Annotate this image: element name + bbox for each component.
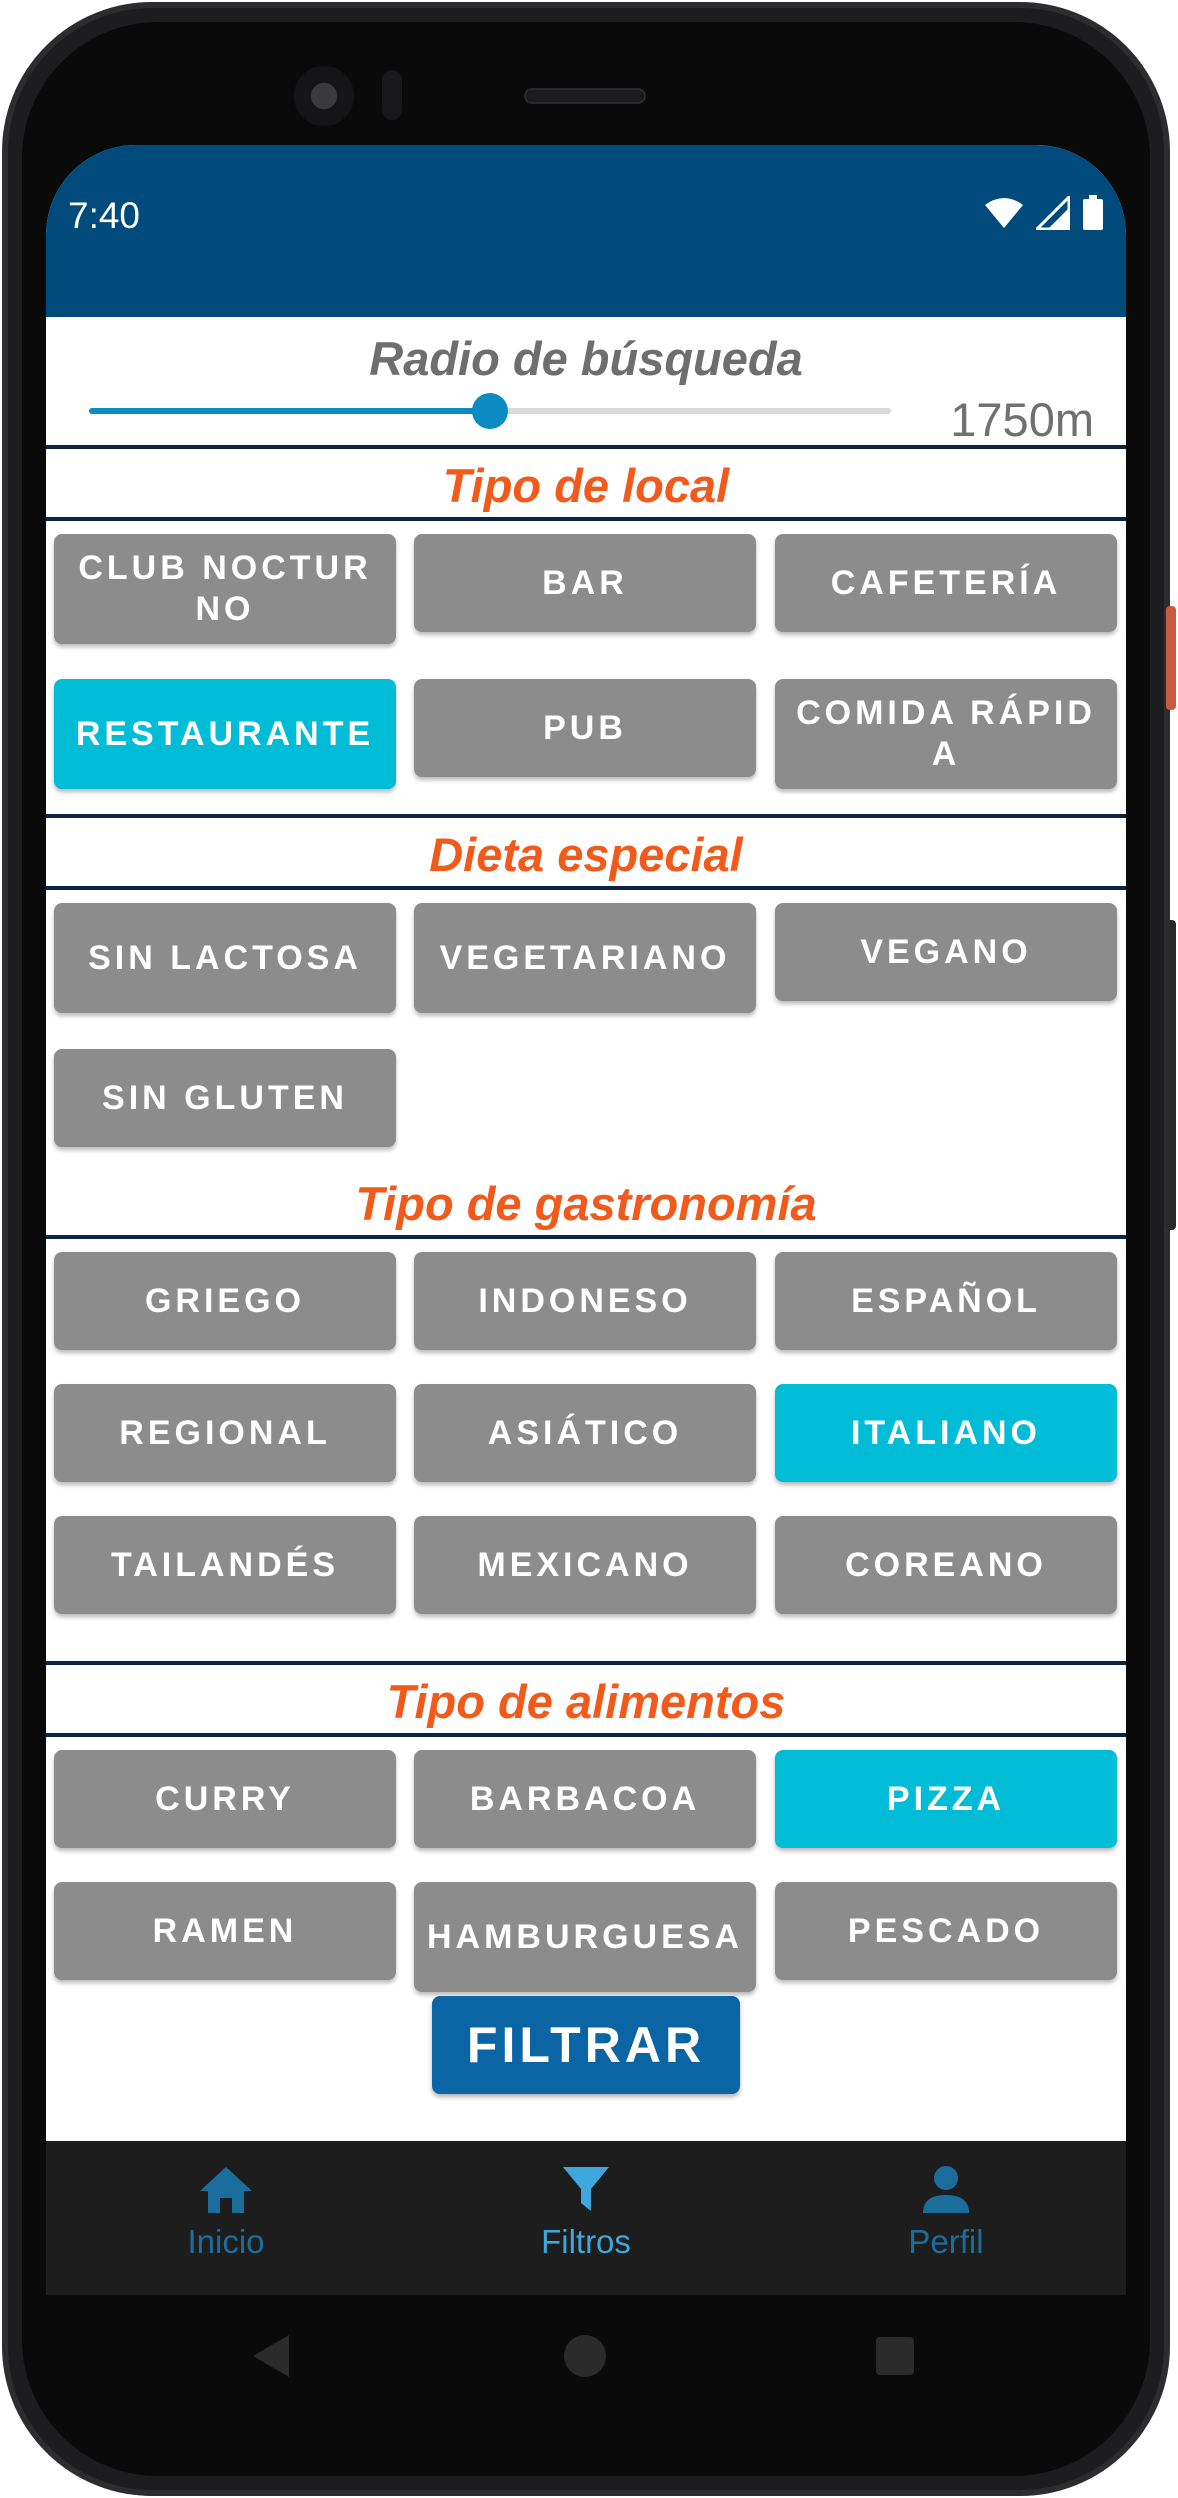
chip-alimentos-5[interactable]: PESCADO xyxy=(775,1882,1117,1980)
section-divider xyxy=(46,517,1126,521)
chip-alimentos-2[interactable]: PIZZA xyxy=(775,1750,1117,1848)
section-title-local: Tipo de local xyxy=(442,459,730,512)
chip-gastronomia-3[interactable]: REGIONAL xyxy=(54,1384,396,1482)
slider-thumb[interactable] xyxy=(472,393,508,429)
volume-button xyxy=(1166,920,1176,1230)
section-title-gastronomia: Tipo de gastronomía xyxy=(355,1177,817,1230)
system-navigation-bar xyxy=(46,2295,1126,2425)
slider-fill xyxy=(89,408,490,414)
chip-gastronomia-5[interactable]: ITALIANO xyxy=(775,1384,1117,1482)
search-radius-slider[interactable] xyxy=(89,393,891,429)
home-circle-icon[interactable] xyxy=(564,2335,606,2377)
section-divider xyxy=(46,814,1126,818)
nav-label-filtros: Filtros xyxy=(541,2223,631,2260)
app-screen: 7:40 Radio de búsqueda 1750m Tipo de loc… xyxy=(46,145,1126,2295)
person-icon xyxy=(923,2166,969,2213)
chip-local-1[interactable]: BAR xyxy=(414,534,756,632)
section-divider xyxy=(46,1733,1126,1737)
status-icons xyxy=(984,193,1104,233)
section-divider xyxy=(46,445,1126,449)
chip-gastronomia-1[interactable]: INDONESO xyxy=(414,1252,756,1350)
back-icon[interactable] xyxy=(251,2333,291,2379)
nav-item-perfil[interactable]: Perfil xyxy=(766,2141,1126,2295)
proximity-sensor xyxy=(382,70,402,120)
chip-alimentos-4[interactable]: HAMBURGUESA xyxy=(414,1882,756,1992)
chip-gastronomia-2[interactable]: ESPAÑOL xyxy=(775,1252,1117,1350)
home-icon xyxy=(200,2167,252,2213)
wifi-icon xyxy=(985,198,1023,228)
chip-gastronomia-7[interactable]: MEXICANO xyxy=(414,1516,756,1614)
battery-icon xyxy=(1083,195,1103,230)
status-time: 7:40 xyxy=(68,195,141,236)
cell-signal-icon xyxy=(1036,196,1070,230)
chip-gastronomia-4[interactable]: ASIÁTICO xyxy=(414,1384,756,1482)
bottom-navigation: Inicio Filtros Perfil xyxy=(46,2141,1126,2295)
nav-item-filtros[interactable]: Filtros xyxy=(406,2141,766,2295)
power-button xyxy=(1166,606,1176,710)
recent-apps-icon[interactable] xyxy=(876,2337,914,2375)
chip-dieta-0[interactable]: SIN LACTOSA xyxy=(54,903,396,1013)
chip-local-2[interactable]: CAFETERÍA xyxy=(775,534,1117,632)
filter-icon xyxy=(563,2167,609,2211)
chip-dieta-3[interactable]: SIN GLUTEN xyxy=(54,1049,396,1147)
section-divider xyxy=(46,886,1126,890)
section-divider xyxy=(46,1235,1126,1239)
filter-button[interactable]: FILTRAR xyxy=(432,1996,740,2094)
earpiece-speaker xyxy=(524,88,646,104)
section-title-alimentos: Tipo de alimentos xyxy=(386,1675,786,1728)
search-radius-value: 1750m xyxy=(950,393,1094,446)
search-radius-title: Radio de búsqueda xyxy=(369,332,803,385)
chip-gastronomia-8[interactable]: COREANO xyxy=(775,1516,1117,1614)
chip-local-0[interactable]: CLUB NOCTURNO xyxy=(54,534,396,644)
chip-gastronomia-0[interactable]: GRIEGO xyxy=(54,1252,396,1350)
nav-label-perfil: Perfil xyxy=(908,2223,984,2260)
front-camera xyxy=(294,66,354,126)
chip-local-4[interactable]: PUB xyxy=(414,679,756,777)
app-bar: 7:40 xyxy=(46,145,1126,317)
section-title-dieta: Dieta especial xyxy=(429,828,743,881)
chip-alimentos-1[interactable]: BARBACOA xyxy=(414,1750,756,1848)
nav-item-inicio[interactable]: Inicio xyxy=(46,2141,406,2295)
section-divider xyxy=(46,1661,1126,1665)
chip-local-3[interactable]: RESTAURANTE xyxy=(54,679,396,789)
chip-gastronomia-6[interactable]: TAILANDÉS xyxy=(54,1516,396,1614)
chip-alimentos-0[interactable]: CURRY xyxy=(54,1750,396,1848)
chip-local-5[interactable]: COMIDA RÁPIDA xyxy=(775,679,1117,789)
chip-dieta-1[interactable]: VEGETARIANO xyxy=(414,903,756,1013)
chip-dieta-2[interactable]: VEGANO xyxy=(775,903,1117,1001)
nav-label-inicio: Inicio xyxy=(187,2223,265,2260)
chip-alimentos-3[interactable]: RAMEN xyxy=(54,1882,396,1980)
